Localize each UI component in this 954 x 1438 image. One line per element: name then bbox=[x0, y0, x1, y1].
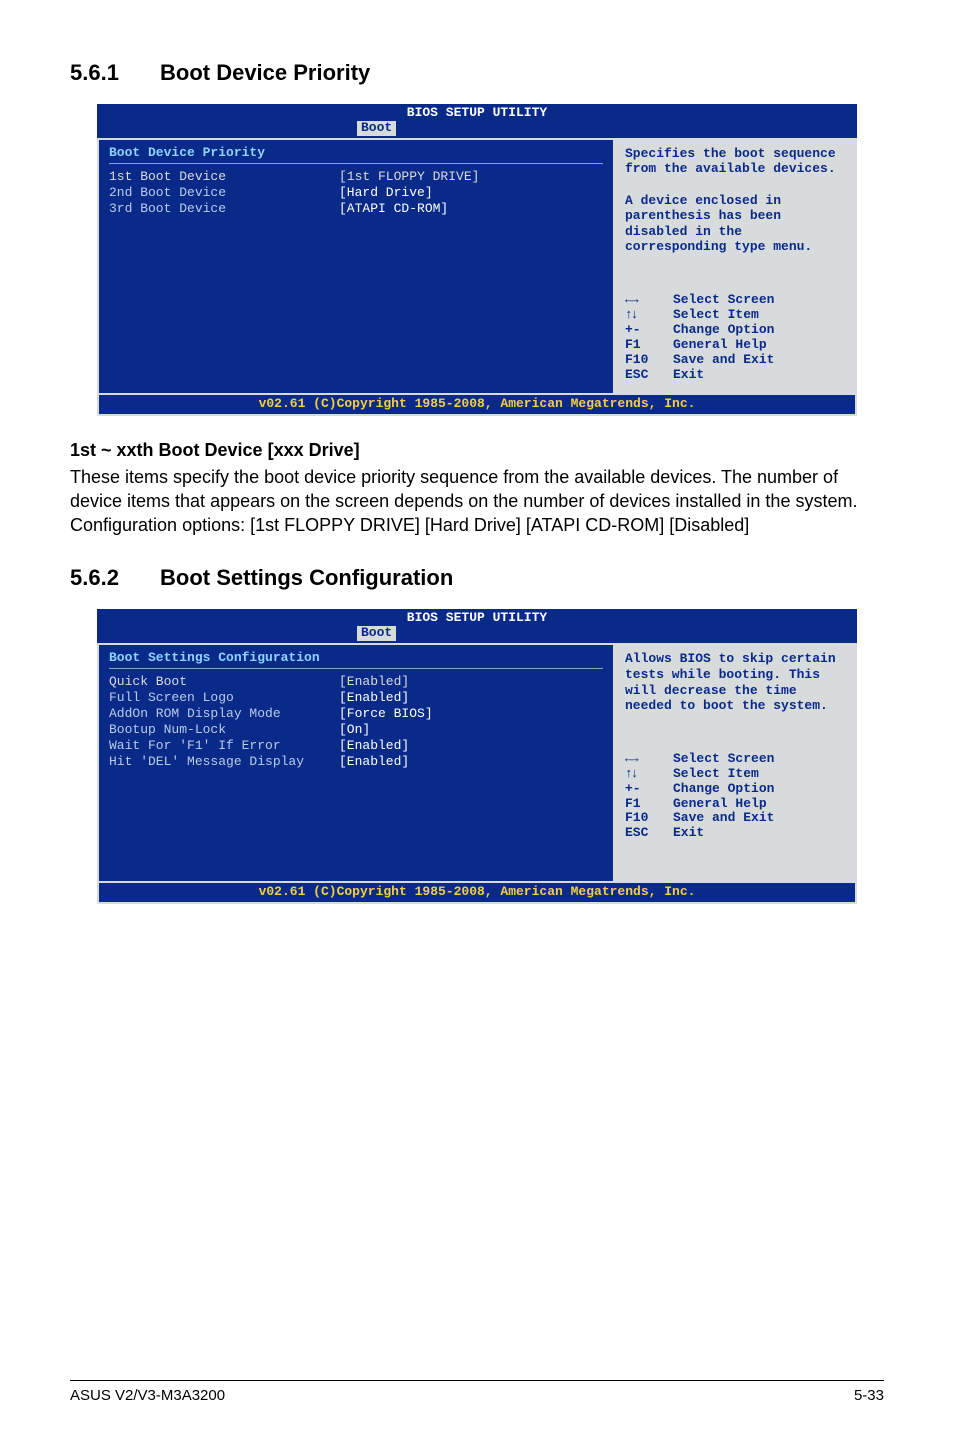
bios-title: BIOS SETUP UTILITY bbox=[97, 609, 857, 626]
row-value: [ATAPI CD-ROM] bbox=[339, 202, 448, 217]
key-label: +- bbox=[625, 782, 673, 797]
row-label: Hit 'DEL' Message Display bbox=[109, 755, 339, 770]
row-label: Bootup Num-Lock bbox=[109, 723, 339, 738]
section-number: 5.6.2 bbox=[70, 565, 160, 591]
key-desc: Select Screen bbox=[673, 752, 774, 767]
section-title: Boot Settings Configuration bbox=[160, 565, 453, 591]
key-desc: Save and Exit bbox=[673, 811, 774, 826]
section-header-1: 5.6.1 Boot Device Priority bbox=[70, 60, 884, 86]
bios-row-addon-rom: AddOn ROM Display Mode [Force BIOS] bbox=[109, 707, 603, 722]
bios-tab-row: Boot bbox=[97, 626, 857, 643]
arrows-ud-icon bbox=[625, 767, 673, 782]
key-label: F1 bbox=[625, 797, 673, 812]
row-value: [1st FLOPPY DRIVE] bbox=[339, 170, 479, 185]
bios-panel-title: Boot Device Priority bbox=[109, 146, 603, 161]
key-desc: General Help bbox=[673, 338, 767, 353]
bios-copyright: v02.61 (C)Copyright 1985-2008, American … bbox=[97, 395, 857, 416]
bios-row-bootup-numlock: Bootup Num-Lock [On] bbox=[109, 723, 603, 738]
bios-row-quick-boot: Quick Boot [Enabled] bbox=[109, 675, 603, 690]
key-label: F10 bbox=[625, 353, 673, 368]
key-label: +- bbox=[625, 323, 673, 338]
row-label: 1st Boot Device bbox=[109, 170, 339, 185]
arrows-lr-icon bbox=[625, 752, 673, 767]
bios-title: BIOS SETUP UTILITY bbox=[97, 104, 857, 121]
divider bbox=[109, 668, 603, 669]
bios-row-wait-f1: Wait For 'F1' If Error [Enabled] bbox=[109, 739, 603, 754]
key-desc: Save and Exit bbox=[673, 353, 774, 368]
section-number: 5.6.1 bbox=[70, 60, 160, 86]
bios-copyright: v02.61 (C)Copyright 1985-2008, American … bbox=[97, 883, 857, 904]
bios-key-legend: Select Screen Select Item +-Change Optio… bbox=[625, 293, 845, 383]
row-value: [Force BIOS] bbox=[339, 707, 433, 722]
footer-left: ASUS V2/V3-M3A3200 bbox=[70, 1387, 225, 1404]
section-title: Boot Device Priority bbox=[160, 60, 370, 86]
row-value: [Enabled] bbox=[339, 691, 409, 706]
key-desc: Select Screen bbox=[673, 293, 774, 308]
bios-left-panel: Boot Device Priority 1st Boot Device [1s… bbox=[99, 140, 613, 393]
row-label: Full Screen Logo bbox=[109, 691, 339, 706]
row-label: Quick Boot bbox=[109, 675, 339, 690]
bios-left-panel: Boot Settings Configuration Quick Boot [… bbox=[99, 645, 613, 881]
row-label: Wait For 'F1' If Error bbox=[109, 739, 339, 754]
bios-tab-boot: Boot bbox=[357, 121, 396, 136]
arrows-ud-icon bbox=[625, 308, 673, 323]
row-value: [On] bbox=[339, 723, 370, 738]
key-label: ESC bbox=[625, 826, 673, 841]
footer-right: 5-33 bbox=[854, 1387, 884, 1404]
bios-screenshot-1: BIOS SETUP UTILITY Boot Boot Device Prio… bbox=[97, 104, 857, 416]
row-value: [Enabled] bbox=[339, 675, 409, 690]
bios-screenshot-2: BIOS SETUP UTILITY Boot Boot Settings Co… bbox=[97, 609, 857, 903]
key-desc: Change Option bbox=[673, 323, 774, 338]
row-value: [Enabled] bbox=[339, 755, 409, 770]
subsection-title-1: 1st ~ xxth Boot Device [xxx Drive] bbox=[70, 440, 884, 461]
bios-help-text: Allows BIOS to skip certain tests while … bbox=[625, 651, 845, 713]
bios-row-full-screen-logo: Full Screen Logo [Enabled] bbox=[109, 691, 603, 706]
bios-row-2nd-boot: 2nd Boot Device [Hard Drive] bbox=[109, 186, 603, 201]
bios-key-legend: Select Screen Select Item +-Change Optio… bbox=[625, 752, 845, 842]
key-desc: General Help bbox=[673, 797, 767, 812]
bios-help-text: Specifies the boot sequence from the ava… bbox=[625, 146, 845, 255]
bios-tab-boot: Boot bbox=[357, 626, 396, 641]
row-value: [Enabled] bbox=[339, 739, 409, 754]
key-desc: Change Option bbox=[673, 782, 774, 797]
page-footer: ASUS V2/V3-M3A3200 5-33 bbox=[70, 1380, 884, 1404]
bios-row-3rd-boot: 3rd Boot Device [ATAPI CD-ROM] bbox=[109, 202, 603, 217]
bios-tab-row: Boot bbox=[97, 121, 857, 138]
bios-row-1st-boot: 1st Boot Device [1st FLOPPY DRIVE] bbox=[109, 170, 603, 185]
bios-help-panel: Specifies the boot sequence from the ava… bbox=[613, 140, 855, 393]
key-desc: Exit bbox=[673, 826, 704, 841]
section-header-2: 5.6.2 Boot Settings Configuration bbox=[70, 565, 884, 591]
bios-panel-title: Boot Settings Configuration bbox=[109, 651, 603, 666]
key-desc: Select Item bbox=[673, 308, 759, 323]
key-desc: Exit bbox=[673, 368, 704, 383]
arrows-lr-icon bbox=[625, 293, 673, 308]
key-label: F1 bbox=[625, 338, 673, 353]
bios-help-panel: Allows BIOS to skip certain tests while … bbox=[613, 645, 855, 881]
bios-row-hit-del: Hit 'DEL' Message Display [Enabled] bbox=[109, 755, 603, 770]
row-label: 2nd Boot Device bbox=[109, 186, 339, 201]
row-label: 3rd Boot Device bbox=[109, 202, 339, 217]
row-value: [Hard Drive] bbox=[339, 186, 433, 201]
key-desc: Select Item bbox=[673, 767, 759, 782]
key-label: F10 bbox=[625, 811, 673, 826]
row-label: AddOn ROM Display Mode bbox=[109, 707, 339, 722]
key-label: ESC bbox=[625, 368, 673, 383]
divider bbox=[109, 163, 603, 164]
subsection-para-1: These items specify the boot device prio… bbox=[70, 465, 884, 538]
